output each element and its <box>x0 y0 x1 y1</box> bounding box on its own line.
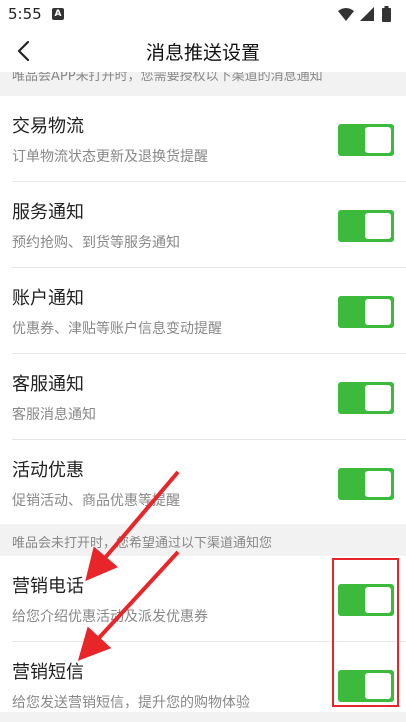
status-icons <box>338 6 391 22</box>
toggle-knob <box>365 127 391 153</box>
setting-row-trade-logistics: 交易物流 订单物流状态更新及退换货提醒 <box>0 96 406 182</box>
nav-bar: 消息推送设置 <box>0 30 406 72</box>
status-time: 5:55 <box>8 5 42 23</box>
setting-subtitle: 促销活动、商品优惠等提醒 <box>12 493 180 509</box>
setting-subtitle: 给您发送营销短信，提升您的购物体验 <box>12 695 250 711</box>
setting-row-promotions: 活动优惠 促销活动、商品优惠等提醒 <box>0 440 406 524</box>
setting-title: 交易物流 <box>12 116 84 137</box>
toggle-switch[interactable] <box>338 468 394 500</box>
signal-icon <box>360 7 374 21</box>
setting-row-service-notice: 服务通知 预约抢购、到货等服务通知 <box>0 182 406 268</box>
setting-title: 营销电话 <box>12 576 84 597</box>
toggle-knob <box>365 385 391 411</box>
setting-title: 客服通知 <box>12 374 84 395</box>
setting-row-customer-service: 客服通知 客服消息通知 <box>0 354 406 440</box>
setting-title: 账户通知 <box>12 288 84 309</box>
setting-subtitle: 客服消息通知 <box>12 407 96 423</box>
page-title: 消息推送设置 <box>145 42 260 64</box>
setting-title: 服务通知 <box>12 202 84 223</box>
toggle-switch[interactable] <box>338 210 394 242</box>
section-hint-channels-text: 唯品会未打开时，您希望通过以下渠道通知您 <box>12 536 273 551</box>
bottom-edge <box>0 712 406 722</box>
section-hint-top-text: 唯品会APP未打开时，您需要授权以下渠道的消息通知 <box>12 72 323 84</box>
highlight-box <box>332 558 399 707</box>
toggle-switch[interactable] <box>338 124 394 156</box>
setting-subtitle: 预约抢购、到货等服务通知 <box>12 235 180 251</box>
wifi-icon <box>338 8 354 21</box>
battery-icon <box>382 8 391 22</box>
toggle-knob <box>365 471 391 497</box>
toggle-switch[interactable] <box>338 382 394 414</box>
setting-row-account-notice: 账户通知 优惠券、津贴等账户信息变动提醒 <box>0 268 406 354</box>
status-bar: 5:55 A <box>0 0 406 30</box>
toggle-knob <box>365 299 391 325</box>
notification-app-icon: A <box>52 8 64 20</box>
section-hint-top: 唯品会APP未打开时，您需要授权以下渠道的消息通知 <box>0 72 406 96</box>
toggle-knob <box>365 213 391 239</box>
toggle-switch[interactable] <box>338 296 394 328</box>
setting-subtitle: 给您介绍优惠活动及派发优惠券 <box>12 609 208 625</box>
setting-subtitle: 优惠券、津贴等账户信息变动提醒 <box>12 321 222 337</box>
setting-subtitle: 订单物流状态更新及退换货提醒 <box>12 149 208 165</box>
setting-title: 营销短信 <box>12 662 84 683</box>
section-hint-channels: 唯品会未打开时，您希望通过以下渠道通知您 <box>0 524 406 556</box>
setting-title: 活动优惠 <box>12 460 84 481</box>
